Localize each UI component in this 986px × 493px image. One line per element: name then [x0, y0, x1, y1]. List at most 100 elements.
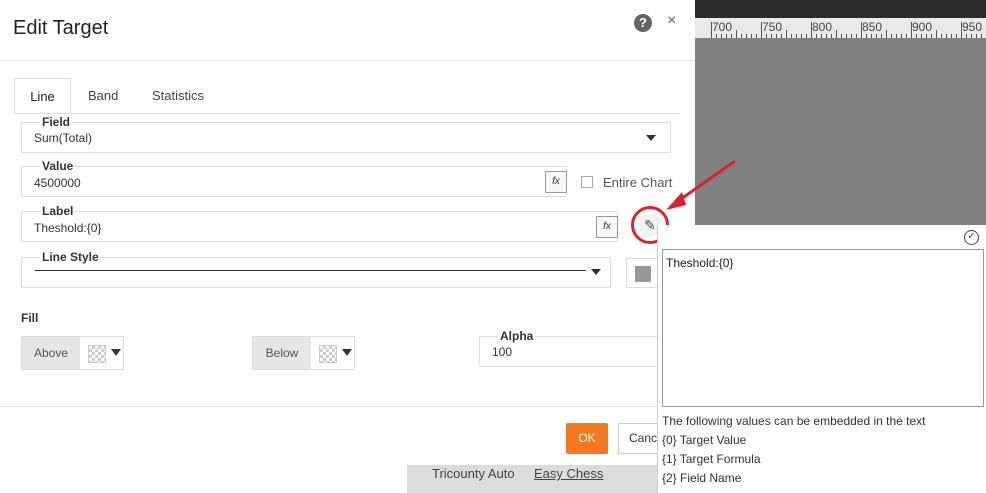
chevron-down-icon: [591, 269, 601, 275]
fill-label: Fill: [21, 311, 39, 325]
ruler-tick: [756, 34, 757, 38]
ruler-label: 950: [962, 20, 983, 34]
ruler-label: 900: [912, 20, 933, 34]
ruler-tick: [851, 34, 852, 38]
ruler-tick: [721, 34, 722, 38]
cancel-button[interactable]: Cancel: [618, 423, 660, 454]
chevron-down-icon: [111, 349, 121, 356]
popup-info-text: The following values can be embedded in …: [662, 414, 926, 428]
ruler-tick: [731, 34, 732, 38]
ruler-tick: [946, 34, 947, 38]
tabs-divider: [14, 113, 680, 114]
ruler-tick: [786, 30, 787, 38]
ruler-tick: [866, 34, 867, 38]
line-color-button[interactable]: [626, 258, 660, 288]
ruler-tick: [901, 34, 902, 38]
header-divider: [0, 60, 695, 61]
ruler-tick: [796, 34, 797, 38]
label-input-text: Theshold:{0}: [34, 221, 102, 235]
ruler-tick: [736, 30, 737, 38]
ruler-tick: [711, 22, 712, 38]
close-icon[interactable]: ×: [667, 12, 676, 30]
tab-line[interactable]: Line: [14, 78, 71, 114]
ruler-tick: [961, 22, 962, 38]
fill-below-label: Below: [253, 337, 311, 369]
label-legend: Label: [40, 204, 76, 218]
pattern-swatch: [319, 345, 337, 363]
label-input[interactable]: Theshold:{0}: [21, 211, 618, 242]
ruler-tick: [751, 34, 752, 38]
ruler-tick: [726, 34, 727, 38]
tab-band[interactable]: Band: [88, 78, 118, 114]
ruler-tick: [976, 34, 977, 38]
table-cell: Tricounty Auto: [432, 466, 515, 481]
ruler-tick: [956, 34, 957, 38]
ruler-tick: [746, 34, 747, 38]
ruler-tick: [896, 34, 897, 38]
line-style-legend: Line Style: [40, 250, 101, 264]
fill-above-button[interactable]: Above: [21, 336, 124, 370]
ruler-tick: [916, 34, 917, 38]
popup-info-text: {0} Target Value: [662, 433, 747, 447]
field-select[interactable]: Sum(Total): [21, 122, 671, 153]
line-style-select[interactable]: [21, 257, 611, 288]
value-input[interactable]: 4500000: [21, 166, 567, 197]
ruler-tick: [871, 34, 872, 38]
field-legend: Field: [40, 115, 73, 129]
confirm-check-icon[interactable]: ✓: [964, 230, 979, 245]
pattern-swatch: [88, 345, 106, 363]
help-icon[interactable]: ?: [634, 14, 652, 32]
label-editor-textarea[interactable]: Theshold:{0}: [662, 249, 984, 407]
color-swatch: [635, 266, 651, 282]
formula-icon[interactable]: fx: [545, 171, 567, 193]
ruler-tick: [766, 34, 767, 38]
ruler-tick: [931, 34, 932, 38]
ruler-tick: [941, 34, 942, 38]
ruler-label: 850: [862, 20, 883, 34]
ruler-tick: [716, 34, 717, 38]
popup-info-text: {1} Target Formula: [662, 452, 761, 466]
ruler-strip: 700 750 800 850 900 950: [695, 18, 986, 38]
ruler-tick: [741, 34, 742, 38]
ruler-label: 800: [812, 20, 833, 34]
table-row: Tricounty Auto Easy Chess: [407, 462, 660, 493]
fill-above-label: Above: [22, 337, 80, 369]
ruler-tick: [761, 22, 762, 38]
ruler-tick: [821, 34, 822, 38]
ruler-tick: [911, 22, 912, 38]
alpha-input-text: 100: [492, 345, 513, 359]
ruler-tick: [831, 34, 832, 38]
ruler-tick: [811, 22, 812, 38]
ruler-tick: [791, 34, 792, 38]
ruler-tick: [771, 34, 772, 38]
ruler-tick: [801, 34, 802, 38]
formula-icon[interactable]: fx: [596, 216, 618, 238]
ruler-label: 700: [712, 20, 733, 34]
value-legend: Value: [40, 159, 76, 173]
tab-statistics[interactable]: Statistics: [152, 78, 204, 114]
ruler-tick: [776, 34, 777, 38]
value-input-text: 4500000: [34, 176, 81, 190]
table-cell-link[interactable]: Easy Chess: [534, 466, 603, 481]
ruler-tick: [926, 34, 927, 38]
ruler-tick: [921, 34, 922, 38]
ruler-tick: [836, 30, 837, 38]
entire-chart-checkbox[interactable]: [581, 176, 593, 188]
ruler-tick: [981, 34, 982, 38]
ruler-tick: [966, 34, 967, 38]
fill-below-button[interactable]: Below: [252, 336, 355, 370]
ruler-label: 750: [762, 20, 783, 34]
ruler-tick: [886, 30, 887, 38]
ruler-tick: [861, 22, 862, 38]
label-editor-popup: ✓ Theshold:{0} The following values can …: [657, 225, 986, 493]
line-style-preview: [35, 270, 586, 271]
ok-button[interactable]: OK: [566, 423, 608, 454]
annotation-arrow-icon: [666, 159, 736, 210]
field-select-value: Sum(Total): [34, 131, 93, 145]
ruler-tick: [951, 34, 952, 38]
ruler-tick: [806, 34, 807, 38]
ruler-tick: [826, 34, 827, 38]
ruler-tick: [881, 34, 882, 38]
chevron-down-icon: [646, 135, 656, 141]
ruler-tick: [936, 30, 937, 38]
